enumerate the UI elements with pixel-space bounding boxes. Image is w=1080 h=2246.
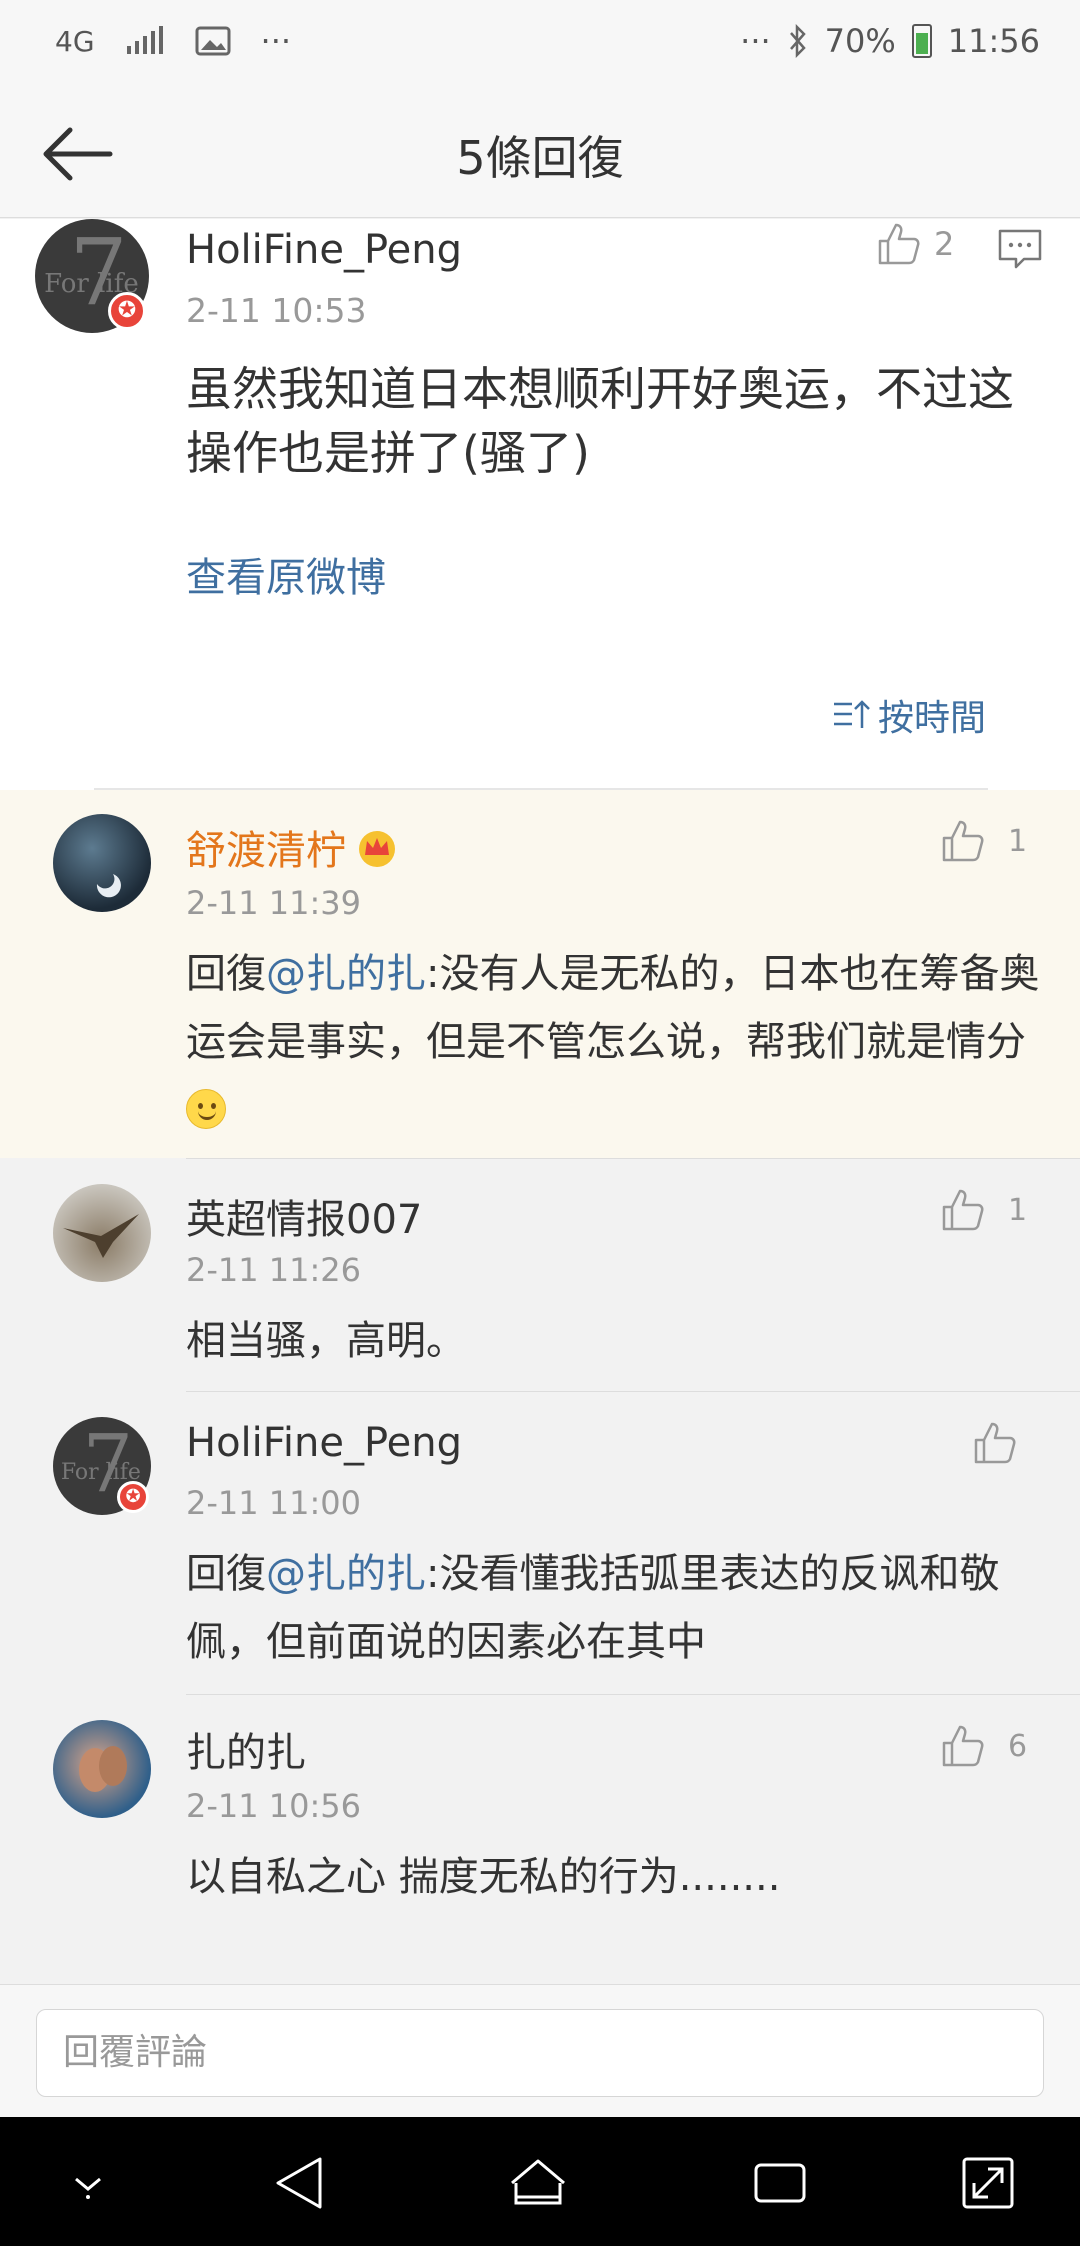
sort-icon	[833, 700, 870, 728]
nav-expand-button[interactable]	[958, 2153, 1018, 2213]
like-button[interactable]: 6	[940, 1723, 1027, 1769]
recents-icon	[754, 2163, 806, 2203]
reply-author[interactable]: 舒渡清柠	[186, 818, 398, 876]
avatar[interactable]	[53, 1720, 151, 1818]
vip-crown-icon	[359, 831, 395, 867]
avatar[interactable]	[53, 1184, 151, 1282]
reply-time: 2-11 10:56	[186, 1787, 362, 1825]
reply-author-name: 舒渡清柠	[186, 828, 346, 874]
reply-author[interactable]: HoliFine_Peng	[186, 1420, 462, 1466]
portrait-icon	[79, 1746, 127, 1792]
more-icon: ···	[740, 22, 771, 60]
reply-comment-input[interactable]: 回覆評論	[36, 2009, 1044, 2097]
like-button[interactable]: 2	[876, 221, 954, 267]
reply-time: 2-11 11:00	[186, 1484, 362, 1522]
reply-text: 回復@扎的扎:没有人是无私的，日本也在筹备奥运会是事实，但是不管怎么说，帮我们就…	[186, 940, 1046, 1144]
thumbs-up-icon	[878, 223, 920, 265]
thumbs-up-icon	[942, 1189, 984, 1231]
like-count: 1	[1008, 823, 1028, 859]
triangle-back-icon	[276, 2157, 322, 2209]
nav-home-button[interactable]	[508, 2153, 568, 2213]
expand-icon	[962, 2157, 1014, 2209]
comment-text: 虽然我知道日本想顺利开好奥运，不过这操作也是拼了(骚了)	[186, 362, 1014, 480]
avatar[interactable]	[53, 814, 151, 912]
comment-icon	[998, 229, 1042, 269]
reply-author[interactable]: 扎的扎	[186, 1720, 306, 1778]
reply-item: 扎的扎 2-11 10:56 6 以自私之心 揣度无私的行为........	[0, 1695, 1080, 1984]
thumbs-up-icon	[974, 1422, 1016, 1464]
comment-button[interactable]	[996, 227, 1044, 277]
image-icon	[195, 26, 231, 56]
nav-back-button[interactable]	[270, 2153, 330, 2213]
comment-author[interactable]: HoliFine_Peng	[186, 227, 462, 273]
like-count: 2	[934, 225, 955, 263]
thumbs-up-icon	[942, 820, 984, 862]
thumbs-up-icon	[942, 1725, 984, 1767]
verified-badge-icon: ✪	[117, 1481, 149, 1513]
reply-item: 英超情报007 2-11 11:26 1 相当骚，高明。	[0, 1159, 1080, 1391]
mention-link[interactable]: @扎的扎	[266, 1551, 426, 1597]
like-count: 1	[1008, 1192, 1028, 1228]
status-bar: 4G ··· ··· 70% 11:56	[0, 0, 1080, 90]
verified-badge-icon: ✪	[108, 292, 146, 330]
reply-prefix: 回復	[186, 951, 266, 997]
more-icon: ···	[260, 22, 292, 60]
moon-icon	[96, 874, 121, 898]
reply-prefix: 回復	[186, 1551, 266, 1597]
bluetooth-icon	[789, 24, 806, 58]
reply-input-bar: 回覆評論	[0, 1984, 1080, 2117]
top-bar: 5條回復	[0, 90, 1080, 218]
comment-time: 2-11 10:53	[186, 291, 367, 330]
smile-emoji-icon	[186, 1089, 226, 1129]
mention-link[interactable]: @扎的扎	[266, 951, 426, 997]
sort-by-time-button[interactable]: 按時間	[832, 689, 986, 741]
reply-item: 7 For life ✪ HoliFine_Peng 2-11 11:00 回復…	[0, 1392, 1080, 1694]
reply-text: 相当骚，高明。	[186, 1318, 466, 1364]
view-original-link[interactable]: 查看原微博	[186, 545, 386, 603]
main-comment: 7 For life ✪ HoliFine_Peng 2-11 10:53 2 …	[0, 219, 1080, 790]
nav-recents-button[interactable]	[750, 2153, 810, 2213]
status-time: 11:56	[947, 22, 1040, 60]
sort-label: 按時間	[877, 698, 986, 739]
reply-author[interactable]: 英超情报007	[186, 1187, 422, 1245]
signal-icon	[126, 26, 163, 54]
like-count: 6	[1008, 1728, 1028, 1764]
reply-text: 以自私之心 揣度无私的行为........	[186, 1854, 781, 1900]
eagle-icon	[63, 1214, 139, 1258]
home-icon	[511, 2159, 565, 2205]
chevron-down-icon	[75, 2177, 101, 2199]
page-title: 5條回復	[456, 131, 624, 185]
like-button[interactable]: 1	[940, 818, 1027, 864]
network-4g-icon: 4G	[55, 24, 95, 58]
reply-time: 2-11 11:39	[186, 884, 362, 922]
reply-time: 2-11 11:26	[186, 1251, 362, 1289]
battery-icon	[911, 24, 932, 58]
reply-text: 回復@扎的扎:没看懂我括弧里表达的反讽和敬佩，但前面说的因素必在其中	[186, 1540, 1046, 1676]
like-button[interactable]: 1	[940, 1187, 1027, 1233]
like-button[interactable]	[972, 1420, 1040, 1466]
system-nav-bar	[0, 2117, 1080, 2246]
hide-keyboard-button[interactable]	[58, 2153, 118, 2213]
battery-percent: 70%	[824, 22, 896, 60]
reply-item: 舒渡清柠 2-11 11:39 1 回復@扎的扎:没有人是无私的，日本也在筹备奥…	[0, 790, 1080, 1158]
